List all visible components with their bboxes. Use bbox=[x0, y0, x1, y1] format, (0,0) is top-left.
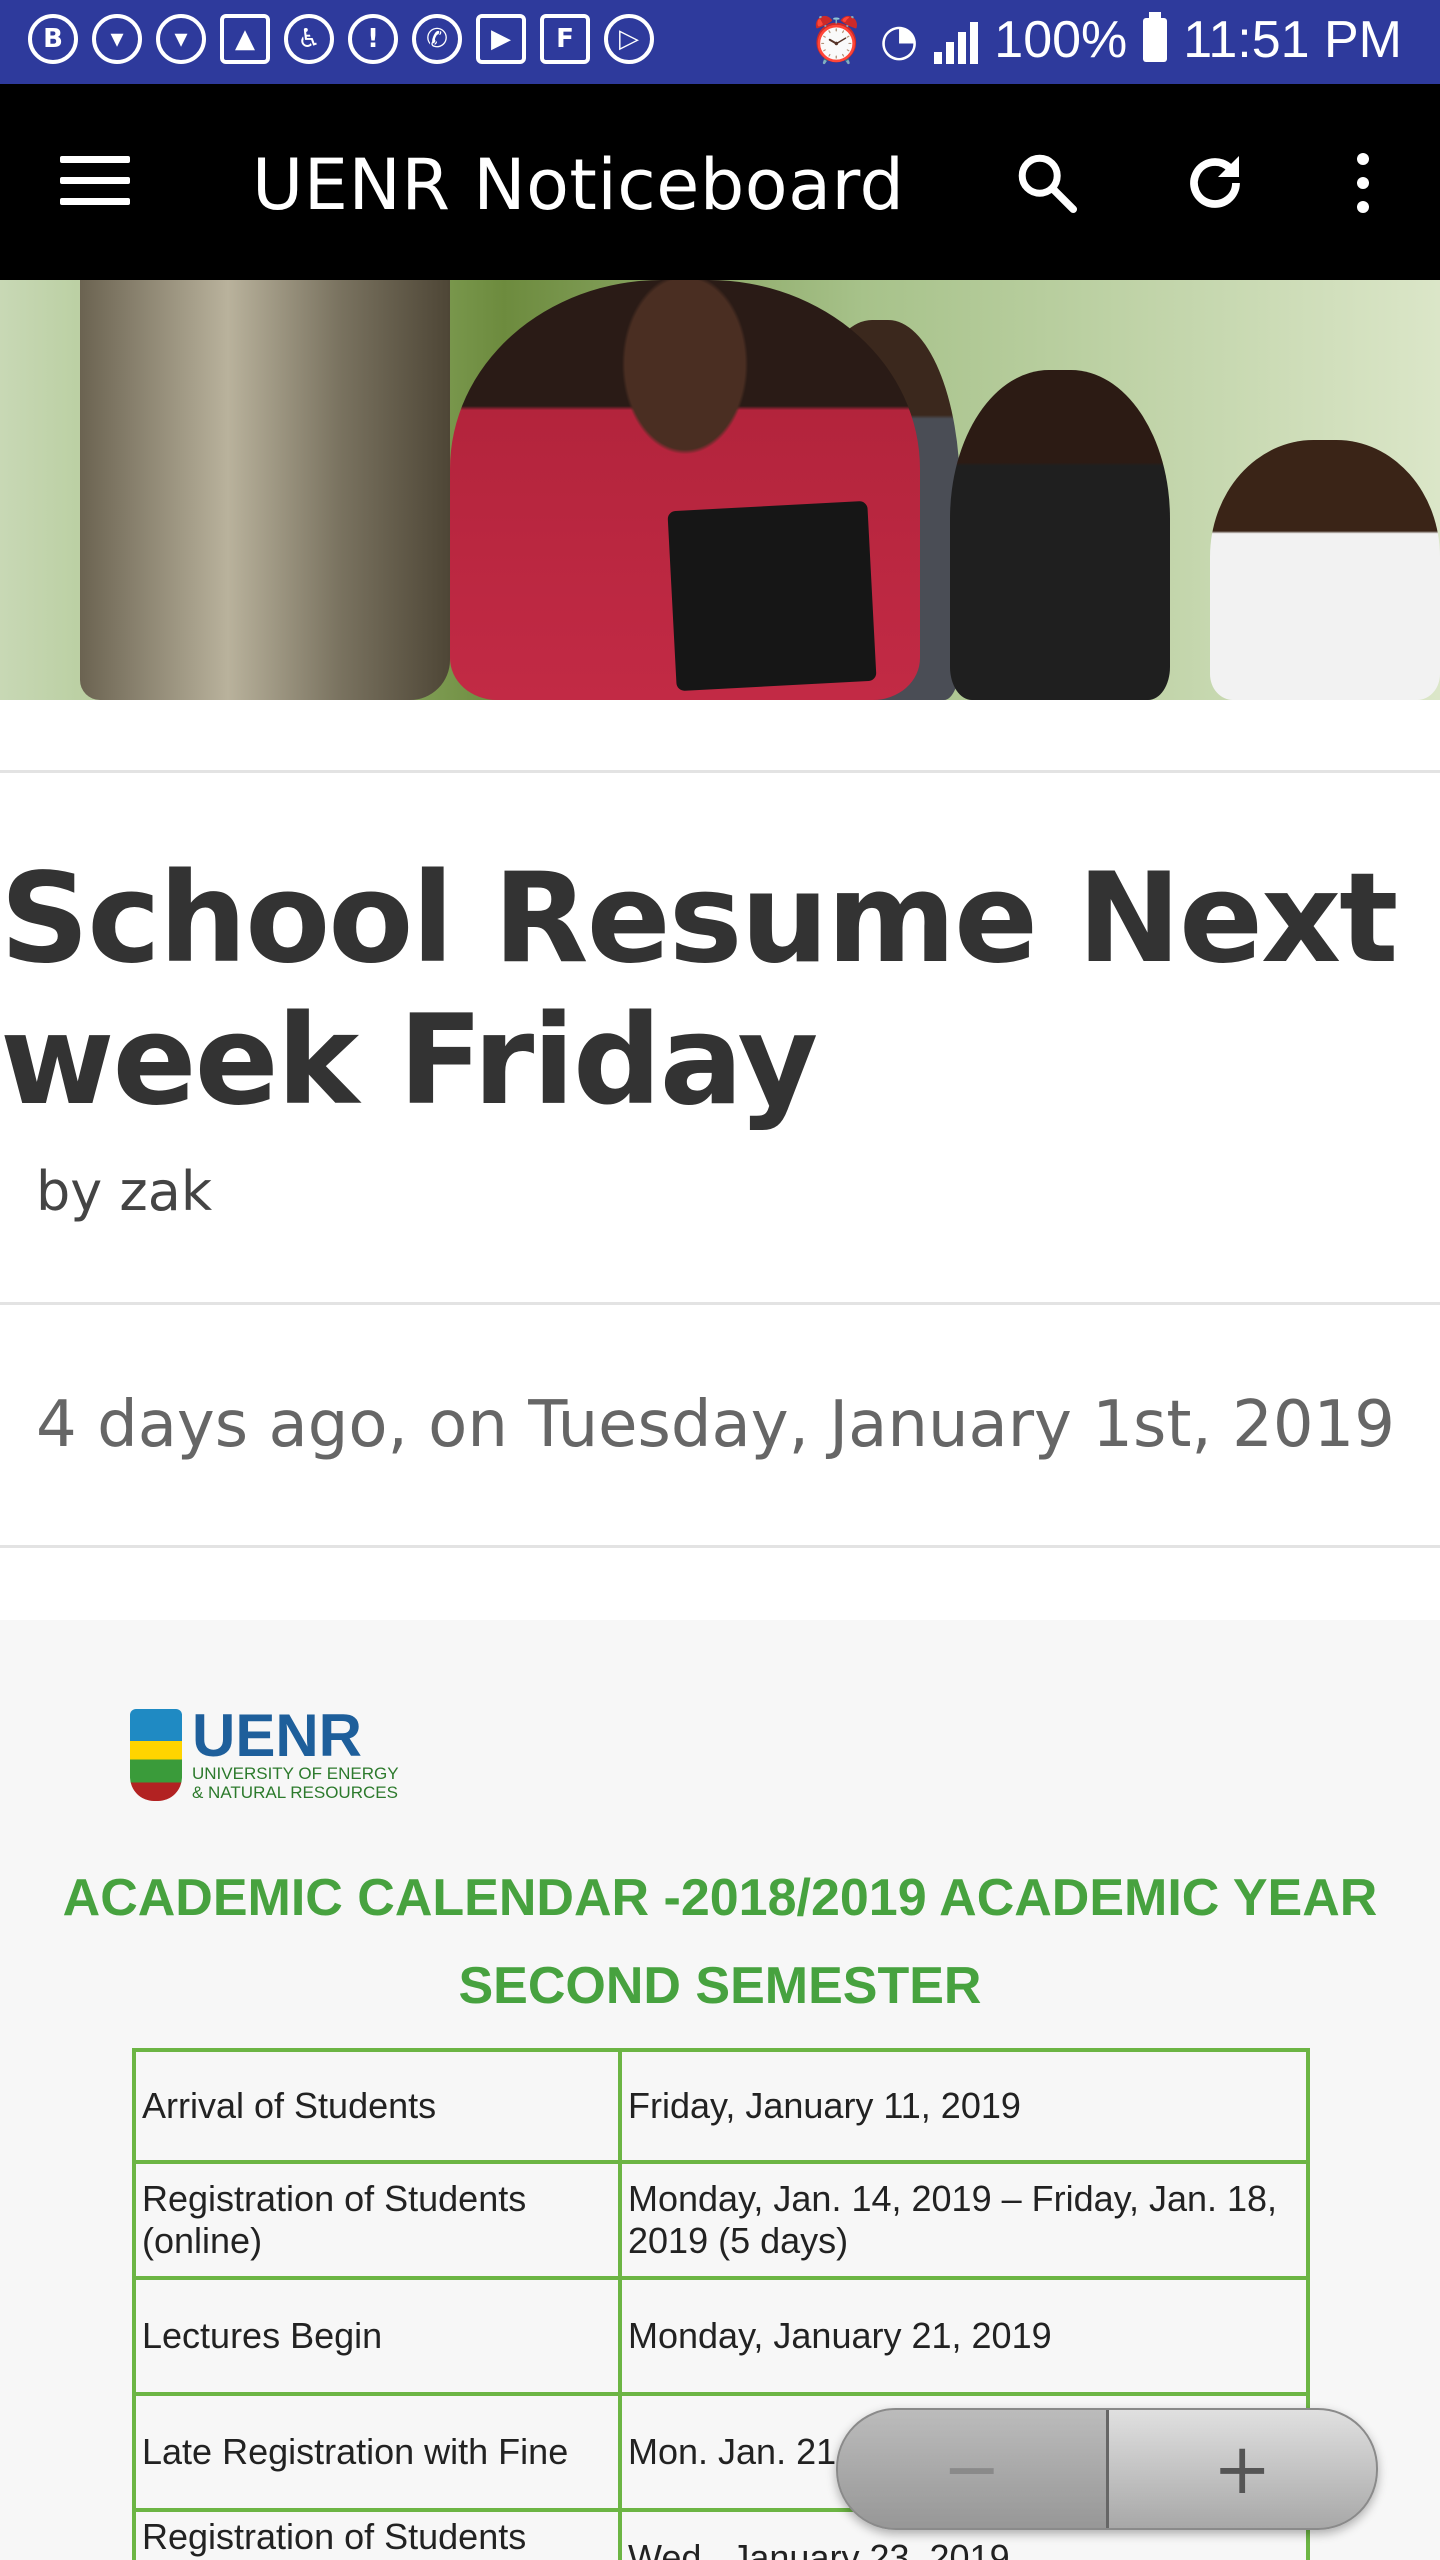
table-row: Lectures Begin Monday, January 21, 2019 bbox=[132, 2276, 1310, 2396]
youtube-icon: ▶ bbox=[476, 14, 526, 64]
divider bbox=[0, 1302, 1440, 1305]
status-bar: B ▾ ▾ ▲ ♿ ! ✆ ▶ F ▷ ⏰ ◔ 100% 11:51 PM bbox=[0, 0, 1440, 84]
event-cell: Registration of Students Closes bbox=[132, 2508, 622, 2560]
app-bar: UENR Noticeboard bbox=[0, 84, 1440, 280]
uenr-logo: UENR UNIVERSITY OF ENERGY & NATURAL RESO… bbox=[130, 1702, 399, 1802]
calendar-title: ACADEMIC CALENDAR -2018/2019 ACADEMIC YE… bbox=[62, 1869, 1378, 1927]
divider bbox=[0, 1545, 1440, 1548]
zoom-out-icon: − bbox=[942, 2428, 1002, 2510]
battery-icon bbox=[1143, 12, 1168, 62]
zoom-in-button[interactable]: + bbox=[1109, 2410, 1377, 2528]
search-icon bbox=[1018, 154, 1078, 214]
refresh-button[interactable] bbox=[1172, 140, 1258, 226]
article-date: 4 days ago, on Tuesday, January 1st, 201… bbox=[36, 1388, 1395, 1462]
more-options-button[interactable] bbox=[1320, 140, 1406, 226]
calendar-subtitle: SECOND SEMESTER bbox=[458, 1957, 982, 2015]
zoom-out-button[interactable]: − bbox=[838, 2410, 1109, 2528]
student-figure bbox=[950, 370, 1170, 700]
battery-percentage: 100% bbox=[994, 11, 1128, 69]
more-vert-icon bbox=[1357, 153, 1369, 213]
book bbox=[667, 500, 877, 692]
zoom-control: − + bbox=[836, 2408, 1378, 2530]
tree-trunk bbox=[80, 280, 450, 700]
app-title: UENR Noticeboard bbox=[252, 144, 905, 226]
refresh-icon bbox=[1190, 156, 1240, 208]
table-row: Arrival of Students Friday, January 11, … bbox=[132, 2048, 1310, 2164]
logo-subtitle: UNIVERSITY OF ENERGY bbox=[192, 1764, 399, 1783]
header-image bbox=[0, 280, 1440, 700]
article-author: by zak bbox=[36, 1160, 213, 1223]
accessibility-icon: ♿ bbox=[284, 14, 334, 64]
event-cell: Lectures Begin bbox=[132, 2276, 622, 2396]
whatsapp-icon: ✆ bbox=[412, 14, 462, 64]
play-store-icon: ▷ bbox=[604, 14, 654, 64]
student-figure bbox=[1210, 440, 1440, 700]
date-cell: Friday, January 11, 2019 bbox=[618, 2048, 1310, 2164]
search-button[interactable] bbox=[1004, 140, 1090, 226]
logo-subtitle: & NATURAL RESOURCES bbox=[192, 1783, 398, 1802]
wifi-icon: ◔ bbox=[879, 14, 919, 66]
date-cell: Monday, Jan. 14, 2019 – Friday, Jan. 18,… bbox=[618, 2160, 1310, 2280]
flipboard-icon: F bbox=[540, 14, 590, 64]
signal-icon bbox=[934, 16, 979, 64]
event-cell: Registration of Students (online) bbox=[132, 2160, 622, 2280]
zoom-in-icon: + bbox=[1212, 2428, 1272, 2510]
menu-icon[interactable] bbox=[60, 156, 130, 206]
wifi-shield-icon: ▾ bbox=[92, 14, 142, 64]
clock: 11:51 PM bbox=[1183, 11, 1402, 69]
warning-icon: ! bbox=[348, 14, 398, 64]
alarm-icon: ⏰ bbox=[809, 15, 864, 66]
b-icon: B bbox=[28, 14, 78, 64]
date-cell: Monday, January 21, 2019 bbox=[618, 2276, 1310, 2396]
wifi-shield-icon: ▾ bbox=[156, 14, 206, 64]
notification-icons: B ▾ ▾ ▲ ♿ ! ✆ ▶ F ▷ bbox=[28, 14, 654, 64]
table-row: Registration of Students (online) Monday… bbox=[132, 2160, 1310, 2280]
article-title: School Resume Next week Friday bbox=[0, 847, 1398, 1133]
status-right: ⏰ ◔ 100% 11:51 PM bbox=[809, 10, 1402, 70]
divider bbox=[0, 770, 1440, 773]
crest-icon bbox=[130, 1709, 182, 1801]
image-icon: ▲ bbox=[220, 14, 270, 64]
event-cell: Arrival of Students bbox=[132, 2048, 622, 2164]
logo-name: UENR bbox=[192, 1702, 363, 1769]
event-cell: Late Registration with Fine bbox=[132, 2392, 622, 2512]
